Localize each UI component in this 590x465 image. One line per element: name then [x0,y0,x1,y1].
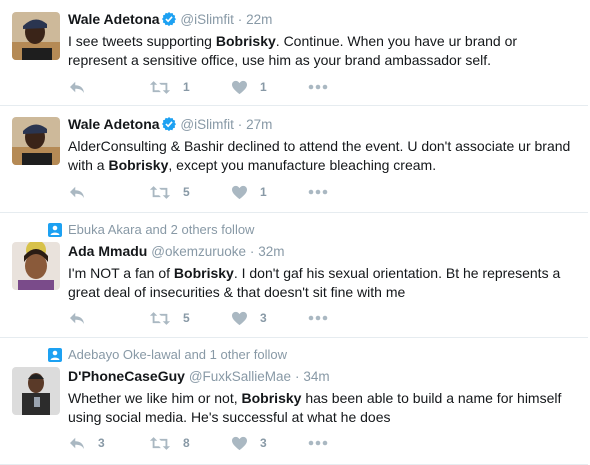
tweet-text: AlderConsulting & Bashir declined to att… [68,138,571,173]
separator-dot: · [237,117,243,132]
social-context[interactable]: Adebayo Oke-lawal and 1 other follow [48,347,287,363]
display-name[interactable]: D'PhoneCaseGuy [68,368,185,384]
display-name[interactable]: Wale Adetona [68,11,160,27]
retweet-button[interactable]: 5 [149,183,190,201]
more-button[interactable] [308,78,328,96]
separator-dot: · [249,244,255,259]
retweet-count: 8 [183,436,190,450]
username[interactable]: @okemzuruoke [151,244,246,259]
tweet[interactable]: Wale Adetona @iSlimfit · 22m I see tweet… [0,0,588,106]
like-button[interactable]: 3 [231,434,267,452]
avatar[interactable] [12,12,60,60]
tweet-header: Wale Adetona @iSlimfit · 22m [68,10,574,29]
verified-badge-icon [162,117,176,131]
display-name[interactable]: Ada Mmadu [68,243,147,259]
timestamp[interactable]: 34m [303,369,329,384]
reply-button[interactable] [68,78,86,96]
social-context[interactable]: Ebuka Akara and 2 others follow [48,222,254,238]
avatar[interactable] [12,367,60,415]
more-icon [308,189,328,195]
tweet-header: Wale Adetona @iSlimfit · 27m [68,115,574,134]
search-keyword[interactable]: Bobrisky [174,265,234,281]
tweet-text: Whether we like him or not, Bobrisky has… [68,390,562,425]
search-keyword[interactable]: Bobrisky [242,390,302,406]
retweet-button[interactable]: 8 [149,434,190,452]
timestamp[interactable]: 32m [258,244,284,259]
search-keyword[interactable]: Bobrisky [108,157,168,173]
retweet-icon [149,311,171,326]
timestamp[interactable]: 27m [246,117,272,132]
reply-icon [68,80,86,94]
more-icon [308,315,328,321]
avatar[interactable] [12,117,60,165]
person-icon [48,348,62,362]
retweet-icon [149,436,171,451]
reply-button[interactable]: 3 [68,434,105,452]
retweet-button[interactable]: 5 [149,309,190,327]
avatar[interactable] [12,242,60,290]
more-icon [308,84,328,90]
separator-dot: · [237,12,243,27]
reply-button[interactable] [68,309,86,327]
more-button[interactable] [308,434,328,452]
retweet-count: 5 [183,185,190,199]
retweet-count: 1 [183,80,190,94]
reply-button[interactable] [68,183,86,201]
reply-icon [68,185,86,199]
tweet-header: Ada Mmadu @okemzuruoke · 32m [68,242,574,261]
heart-icon [231,80,248,95]
like-button[interactable]: 3 [231,309,267,327]
reply-icon [68,311,86,325]
display-name[interactable]: Wale Adetona [68,116,160,132]
like-count: 1 [260,80,267,94]
tweet-header: D'PhoneCaseGuy @FuxkSallieMae · 34m [68,367,574,386]
reply-count: 3 [98,436,105,450]
tweet[interactable]: Ebuka Akara and 2 others follow Ada Mmad… [0,213,588,338]
heart-icon [231,436,248,451]
retweet-icon [149,185,171,200]
tweet[interactable]: Adebayo Oke-lawal and 1 other follow D'P… [0,338,588,465]
tweet-text: I see tweets supporting Bobrisky. Contin… [68,33,518,68]
person-icon [48,223,62,237]
separator-dot: · [294,369,300,384]
like-button[interactable]: 1 [231,78,267,96]
heart-icon [231,185,248,200]
tweet[interactable]: Wale Adetona @iSlimfit · 27m AlderConsul… [0,106,588,213]
heart-icon [231,311,248,326]
retweet-count: 5 [183,311,190,325]
like-count: 1 [260,185,267,199]
verified-badge-icon [162,12,176,26]
retweet-icon [149,80,171,95]
social-context-text: Adebayo Oke-lawal and 1 other follow [68,347,287,362]
timestamp[interactable]: 22m [246,12,272,27]
username[interactable]: @iSlimfit [180,12,233,27]
like-count: 3 [260,311,267,325]
social-context-text: Ebuka Akara and 2 others follow [68,222,255,237]
retweet-button[interactable]: 1 [149,78,190,96]
like-button[interactable]: 1 [231,183,267,201]
tweet-text: I'm NOT a fan of Bobrisky. I don't gaf h… [68,265,561,300]
search-keyword[interactable]: Bobrisky [216,33,276,49]
more-button[interactable] [308,309,328,327]
username[interactable]: @FuxkSallieMae [189,369,291,384]
more-icon [308,440,328,446]
reply-icon [68,436,86,450]
more-button[interactable] [308,183,328,201]
username[interactable]: @iSlimfit [180,117,233,132]
like-count: 3 [260,436,267,450]
